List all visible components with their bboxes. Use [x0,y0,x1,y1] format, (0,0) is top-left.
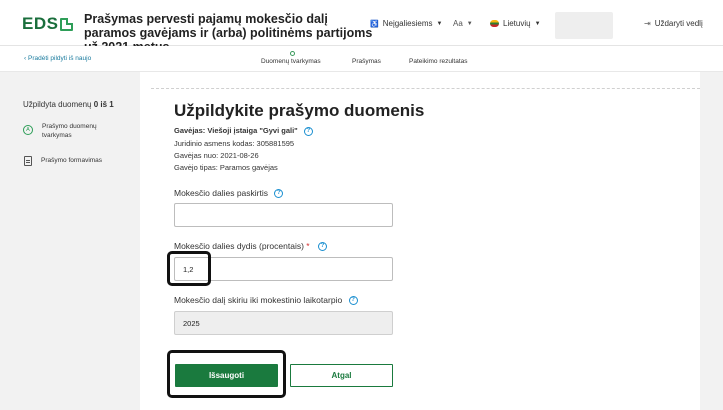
purpose-label: Mokesčio dalies paskirtis [174,188,269,198]
recipient-type-line: Gavėjo tipas: Paramos gavėjas [174,163,278,172]
close-wizard-label: Uždaryti vedlį [654,19,703,28]
sidebar-item-label: tvarkymas [42,132,72,139]
recipient-line: Gavėjas: Viešoji įstaiga "Gyvi gali" ? [174,126,313,136]
eds-logo[interactable]: EDS [22,14,74,33]
font-size-label: Aa [453,19,463,28]
purpose-input[interactable] [174,203,393,227]
logo-icon [60,17,74,31]
sidebar-item-label: Prašymo formavimas [41,157,103,164]
help-icon[interactable]: ? [274,189,284,199]
language-label: Lietuvių [503,19,531,28]
font-size-menu[interactable]: Aa ▼ [453,19,473,28]
chevron-left-icon: ‹ [24,55,27,62]
step-application: Prašymas [352,58,381,65]
percent-input-highlight [167,251,211,286]
exit-icon: ⇥ [644,19,651,28]
help-icon[interactable]: ? [303,126,313,136]
top-header: EDS Prašymas pervesti pajamų mokesčio da… [0,0,723,54]
user-box [555,12,613,39]
help-icon[interactable]: ? [348,296,358,306]
purpose-label-row: Mokesčio dalies paskirtis ? [174,188,284,199]
form-title: Užpildykite prašymo duomenis [174,101,425,120]
until-label: Mokesčio dalį skiriu iki mokestinio laik… [174,295,343,305]
lithuania-flag-icon [490,20,499,27]
percent-label-row: Mokesčio dalies dydis (procentais) * ? [174,241,327,252]
card-divider [151,88,700,89]
until-year-field: 2025 [174,311,393,335]
percent-label: Mokesčio dalies dydis (procentais) [174,241,304,251]
close-wizard-button[interactable]: ⇥ Uždaryti vedlį [644,19,703,28]
accessibility-label: Neįgaliesiems [382,19,433,28]
logo-text: EDS [22,14,59,33]
legal-code-line: Juridinio asmens kodas: 305881595 [174,139,295,148]
document-icon [24,156,32,166]
chevron-down-icon: ▼ [534,20,541,27]
help-icon[interactable]: ? [317,242,327,252]
fill-progress: Užpildyta duomenų 0 iš 1 [23,100,114,109]
accessibility-icon: ♿ [370,20,379,28]
recipient-since-line: Gavėjas nuo: 2021-08-26 [174,151,259,160]
required-marker: * [306,241,310,251]
recipient-value: Viešoji įstaiga "Gyvi gali" [207,126,298,135]
progress-value: 0 iš 1 [93,100,114,109]
restart-label: Pradėti pildyti iš naujo [27,55,92,62]
step-a-badge: A [23,125,33,135]
progress-bar: ‹ Pradėti pildyti iš naujo Duomenų tvark… [0,46,723,72]
chevron-down-icon: ▼ [466,20,473,27]
restart-link[interactable]: ‹ Pradėti pildyti iš naujo [24,55,91,62]
language-menu[interactable]: Lietuvių ▼ [490,19,541,28]
step-data-processing: Duomenų tvarkymas [261,58,321,65]
sidebar-item-form-generation[interactable]: Prašymo formavimas [23,156,102,166]
accessibility-menu[interactable]: ♿ Neįgaliesiems ▼ [370,19,442,28]
until-label-row: Mokesčio dalį skiriu iki mokestinio laik… [174,295,358,306]
current-step-marker [290,51,295,56]
recipient-label: Gavėjas: [174,126,206,135]
step-result: Pateikimo rezultatas [409,58,468,65]
sidebar-item-data-processing[interactable]: A Prašymo duomenų tvarkymas [23,123,97,139]
back-button[interactable]: Atgal [290,364,393,387]
sidebar-item-label: Prašymo duomenų [42,123,97,130]
app-window: EDS Prašymas pervesti pajamų mokesčio da… [0,0,723,410]
progress-prefix: Užpildyta duomenų [23,100,92,109]
chevron-down-icon: ▼ [436,20,443,27]
save-button-highlight [167,350,286,398]
